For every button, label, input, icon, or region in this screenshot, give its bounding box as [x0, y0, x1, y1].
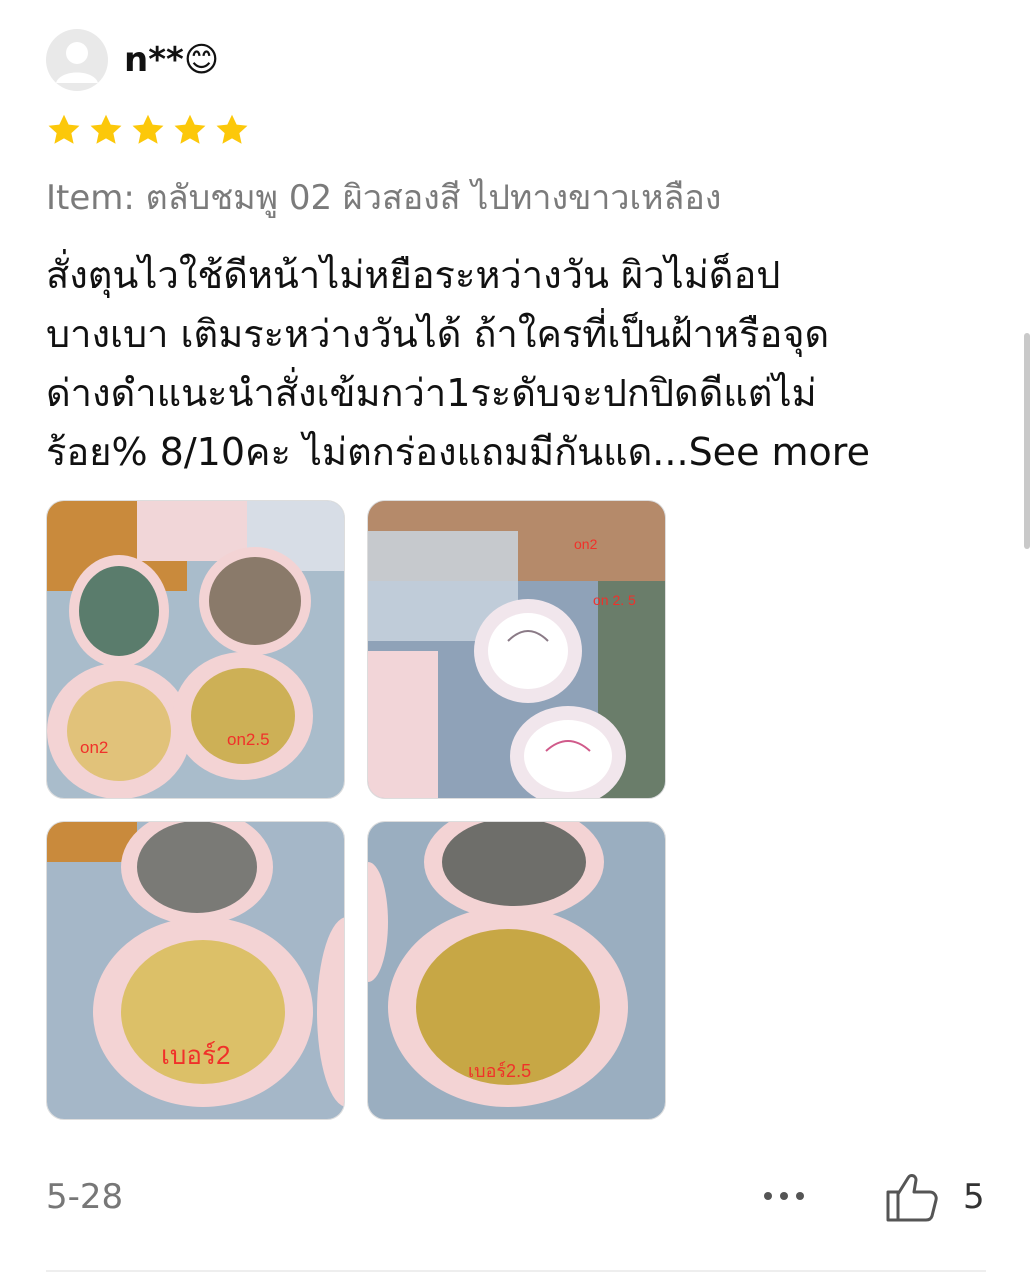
star-icon: [216, 114, 248, 144]
scrollbar[interactable]: [1024, 333, 1030, 549]
user-avatar[interactable]: [46, 29, 108, 91]
reviewer-name: n**😊: [124, 36, 219, 84]
see-more-link[interactable]: See more: [689, 430, 870, 474]
photo-label: on 2. 5: [593, 592, 636, 608]
compact-boxes-photo-image: on2 on 2. 5: [368, 501, 665, 798]
photo-label: เบอร์2.5: [468, 1061, 531, 1081]
review-line: ด่างดำแนะนำสั่งเข้มกว่า1ระดับจะปกปิดดีแต…: [46, 371, 817, 415]
photo-label: on2: [80, 738, 108, 757]
reviewer-name-text: n**: [124, 40, 184, 80]
photo-label: on2.5: [227, 730, 270, 749]
review-line-last: ร้อย% 8/10คะ ไม่ตกร่องแถมมีกันแด...See m…: [46, 423, 996, 482]
star-icon: [48, 114, 80, 144]
review-photo-3[interactable]: เบอร์2: [46, 821, 345, 1120]
review-photo-1[interactable]: on2 on2.5: [46, 500, 345, 799]
review-photo-4[interactable]: เบอร์2.5: [367, 821, 666, 1120]
review-line-text: ร้อย% 8/10คะ ไม่ตกร่องแถมมีกันแด...: [46, 430, 689, 474]
reviewer-emoji: 😊: [183, 40, 220, 80]
default-avatar-icon: [56, 42, 98, 83]
like-count: 5: [963, 1177, 985, 1217]
review-text[interactable]: สั่งตุนไวใช้ดีหน้าไม่หยือระหว่างวัน ผิวไ…: [46, 246, 996, 482]
star-icon: [90, 114, 122, 144]
review-line: บางเบา เติมระหว่างวันได้ ถ้าใครที่เป็นฝ้…: [46, 312, 830, 356]
photo-label: on2: [574, 536, 598, 552]
star-icon: [174, 114, 206, 144]
like-button[interactable]: [884, 1168, 942, 1224]
rating-stars: [46, 112, 250, 148]
compact-closeup-photo-image: เบอร์2.5: [368, 822, 665, 1119]
review-line: สั่งตุนไวใช้ดีหน้าไม่หยือระหว่างวัน ผิวไ…: [46, 253, 781, 297]
photo-label: เบอร์2: [161, 1040, 230, 1070]
review-date: 5-28: [46, 1177, 124, 1217]
review-photo-2[interactable]: on2 on 2. 5: [367, 500, 666, 799]
compact-photo-image: on2 on2.5: [47, 501, 344, 798]
more-options-button[interactable]: [760, 1178, 812, 1214]
divider: [46, 1270, 986, 1272]
item-variant: Item: ตลับชมพู 02 ผิวสองสี ไปทางขาวเหลือ…: [46, 178, 722, 218]
thumbs-up-icon: [886, 1174, 938, 1222]
star-icon: [132, 114, 164, 144]
more-dots-icon: [764, 1192, 804, 1200]
compact-closeup-photo-image: เบอร์2: [47, 822, 344, 1119]
